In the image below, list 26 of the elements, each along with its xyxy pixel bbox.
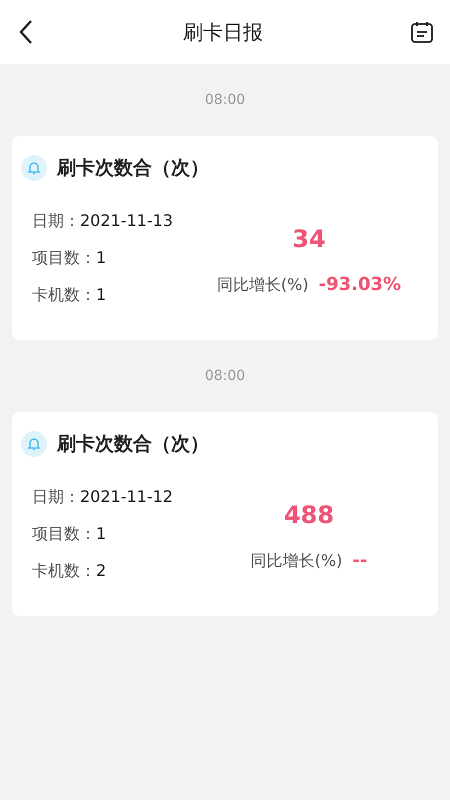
growth-value: -93.03%	[318, 273, 402, 297]
growth-label: 同比增长(%)	[216, 274, 309, 296]
field-label: 日期：	[32, 486, 80, 508]
count-value: 34	[292, 224, 326, 254]
field-value: 2021-11-13	[80, 210, 173, 232]
bell-icon	[21, 431, 47, 458]
growth-label: 同比增长(%)	[250, 550, 342, 572]
calendar-icon[interactable]	[410, 20, 434, 44]
card-title: 刷卡次数合（次）	[57, 156, 209, 181]
field-label: 项目数：	[32, 523, 96, 545]
field-label: 卡机数：	[32, 560, 96, 582]
field-label: 卡机数：	[32, 284, 96, 306]
page-title: 刷卡日报	[183, 19, 263, 46]
field-value: 1	[96, 247, 106, 269]
time-label: 08:00	[204, 90, 246, 110]
count-value: 488	[284, 500, 334, 530]
field-value: 1	[96, 523, 106, 545]
field-label: 日期：	[32, 210, 80, 232]
field-value: 1	[96, 284, 106, 306]
bell-icon	[21, 155, 47, 182]
field-value: 2021-11-12	[80, 486, 173, 508]
time-label: 08:00	[204, 366, 246, 386]
field-value: 2	[96, 560, 106, 582]
card-title: 刷卡次数合（次）	[57, 432, 209, 457]
field-label: 项目数：	[32, 247, 96, 269]
growth-value: --	[352, 549, 368, 573]
